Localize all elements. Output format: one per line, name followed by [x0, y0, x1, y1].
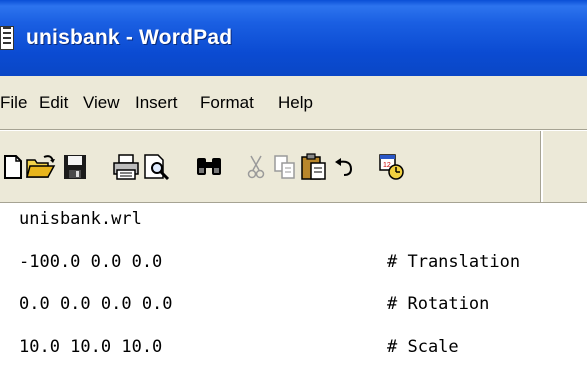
print-preview-icon [144, 154, 170, 181]
menu-bar: File Edit View Insert Format Help [0, 76, 587, 129]
menu-help[interactable]: Help [278, 93, 313, 113]
undo-button[interactable] [331, 153, 357, 181]
print-icon [113, 154, 139, 180]
document-area[interactable]: unisbank.wrl -100.0 0.0 0.0 # Translatio… [0, 202, 587, 388]
window-title: unisbank - WordPad [26, 26, 233, 49]
wordpad-document-icon[interactable] [0, 26, 14, 50]
undo-icon [335, 158, 353, 176]
menu-view[interactable]: View [83, 93, 120, 113]
date-time-button[interactable]: 12 [377, 153, 407, 181]
new-icon [4, 155, 22, 179]
doc-line-3[interactable]: 0.0 0.0 0.0 0.0 [19, 294, 173, 314]
cut-icon [247, 155, 265, 179]
find-button[interactable] [194, 153, 224, 181]
copy-icon [274, 155, 295, 179]
paste-button[interactable] [299, 153, 329, 181]
cut-button[interactable] [243, 153, 269, 181]
find-icon [197, 158, 221, 175]
print-preview-button[interactable] [142, 153, 172, 181]
toolbar: 12 [0, 131, 587, 202]
doc-line-4[interactable]: 10.0 10.0 10.0 [19, 337, 162, 357]
save-icon [64, 155, 86, 179]
menu-edit[interactable]: Edit [39, 93, 68, 113]
doc-line-1[interactable]: unisbank.wrl [19, 209, 142, 229]
open-icon [26, 155, 56, 178]
paste-icon [301, 153, 326, 180]
menu-file[interactable]: File [0, 93, 27, 113]
doc-comment-2[interactable]: # Translation [387, 252, 520, 272]
open-button[interactable] [25, 153, 57, 181]
doc-comment-3[interactable]: # Rotation [387, 294, 489, 314]
doc-comment-4[interactable]: # Scale [387, 337, 459, 357]
menu-insert[interactable]: Insert [135, 93, 178, 113]
new-button[interactable] [0, 153, 26, 181]
doc-line-2[interactable]: -100.0 0.0 0.0 [19, 252, 162, 272]
print-button[interactable] [111, 153, 141, 181]
save-button[interactable] [61, 153, 89, 181]
date-time-icon: 12 [379, 154, 404, 180]
menu-format[interactable]: Format [200, 93, 254, 113]
copy-button[interactable] [272, 153, 298, 181]
toolbar-end-divider [540, 131, 543, 202]
title-bar[interactable]: unisbank - WordPad [0, 0, 587, 76]
